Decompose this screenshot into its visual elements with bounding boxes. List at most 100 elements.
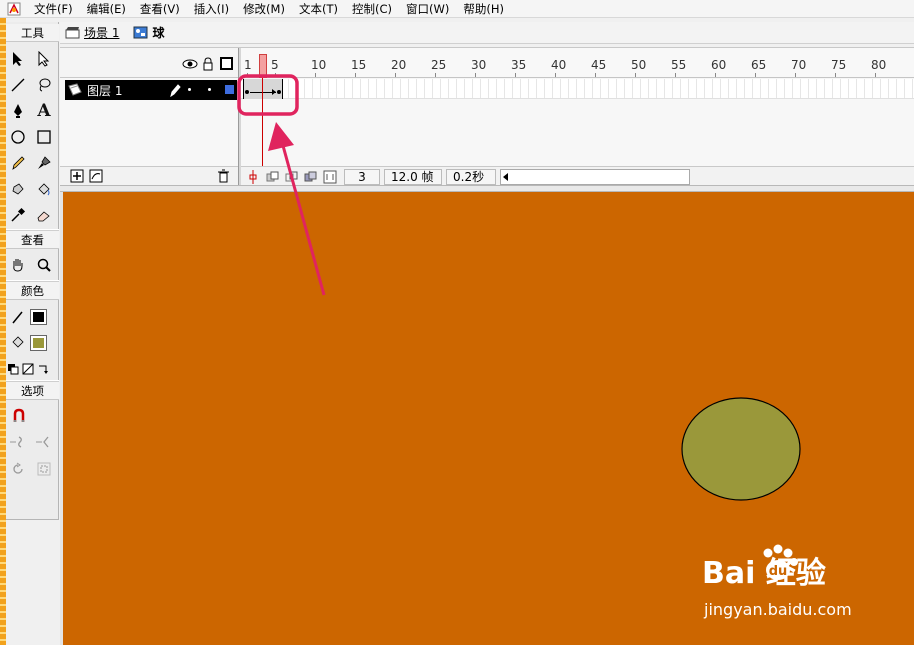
- lasso-tool-icon[interactable]: [32, 73, 56, 97]
- straighten-option-icon[interactable]: [32, 430, 56, 454]
- edit-multiple-frames-icon[interactable]: [303, 169, 319, 185]
- layer-header: [60, 48, 238, 78]
- symbol-label: 球: [152, 26, 165, 40]
- ruler-number: 1: [244, 58, 252, 72]
- clapperboard-icon: [65, 27, 80, 39]
- no-color-icon[interactable]: [21, 357, 35, 381]
- ruler-tick: [355, 73, 356, 77]
- modify-onion-markers-icon[interactable]: [322, 169, 338, 185]
- hand-tool-icon[interactable]: [6, 253, 30, 277]
- elapsed-time-field: 0.2秒: [446, 168, 496, 185]
- outline-toggle-icon[interactable]: [220, 57, 233, 70]
- menu-control[interactable]: 控制(C): [345, 0, 399, 18]
- frames-area[interactable]: [241, 79, 914, 99]
- smooth-option-icon[interactable]: [6, 430, 30, 454]
- menu-modify[interactable]: 修改(M): [236, 0, 292, 18]
- tools-header: 工具: [6, 24, 59, 42]
- rotate-option-icon[interactable]: [6, 457, 30, 481]
- add-layer-icon[interactable]: [70, 169, 84, 186]
- ruler-tick: [675, 73, 676, 77]
- ruler-tick: [795, 73, 796, 77]
- menu-help[interactable]: 帮助(H): [456, 0, 511, 18]
- symbol-breadcrumb[interactable]: 球: [128, 24, 169, 41]
- stage-splitter[interactable]: [60, 185, 914, 192]
- stroke-color-swatch[interactable]: [30, 309, 47, 325]
- pen-tool-icon[interactable]: [6, 99, 30, 123]
- ruler-tick: [435, 73, 436, 77]
- zoom-tool-icon[interactable]: [32, 253, 56, 277]
- paint-bucket-tool-icon[interactable]: [32, 177, 56, 201]
- lock-icon[interactable]: [202, 57, 214, 71]
- fill-color-swatch[interactable]: [30, 335, 47, 351]
- ball-shape[interactable]: [681, 397, 801, 501]
- ruler-tick: [315, 73, 316, 77]
- menu-file[interactable]: 文件(F): [27, 0, 80, 18]
- scene-breadcrumb[interactable]: 场景 1: [60, 24, 124, 41]
- menu-text[interactable]: 文本(T): [292, 0, 345, 18]
- ruler-tick: [555, 73, 556, 77]
- scale-option-icon[interactable]: [32, 457, 56, 481]
- line-tool-icon[interactable]: [6, 73, 30, 97]
- playhead-marker[interactable]: [259, 54, 267, 78]
- center-frame-icon[interactable]: [247, 169, 259, 185]
- menu-view[interactable]: 查看(V): [133, 0, 187, 18]
- ruler-number: 35: [511, 58, 527, 72]
- frame-ruler[interactable]: 1 5 10 15 20 25 30 35 40 45 50 55 60 65 70 75 80: [241, 48, 914, 78]
- layer-icon: [68, 83, 82, 96]
- layer-name: 图层 1: [87, 83, 123, 98]
- layer-visible-dot[interactable]: [188, 88, 191, 91]
- pencil-tool-icon[interactable]: [6, 151, 30, 175]
- ruler-number: 40: [551, 58, 567, 72]
- default-colors-icon[interactable]: [6, 357, 20, 381]
- menu-window[interactable]: 窗口(W): [399, 0, 456, 18]
- menu-insert[interactable]: 插入(I): [187, 0, 236, 18]
- layer-lock-dot[interactable]: [208, 88, 211, 91]
- eyedropper-tool-icon[interactable]: [6, 203, 30, 227]
- start-keyframe-dot[interactable]: [245, 90, 249, 94]
- ruler-tick: [715, 73, 716, 77]
- text-tool-icon[interactable]: A: [32, 99, 56, 123]
- add-guide-layer-icon[interactable]: [89, 169, 103, 186]
- ruler-number: 80: [871, 58, 887, 72]
- current-frame-field: 3: [344, 168, 380, 185]
- ruler-tick: [395, 73, 396, 77]
- keyframe-span[interactable]: [243, 79, 283, 99]
- frame-rate-field: 12.0 帧: [384, 168, 442, 185]
- ruler-number: 65: [751, 58, 767, 72]
- ruler-tick: [595, 73, 596, 77]
- ruler-number: 20: [391, 58, 407, 72]
- onion-skin-icon[interactable]: [265, 169, 281, 185]
- subselect-tool-icon[interactable]: [32, 47, 56, 71]
- ruler-number: 10: [311, 58, 327, 72]
- ruler-tick: [835, 73, 836, 77]
- ruler-tick: [635, 73, 636, 77]
- layer-row[interactable]: 图层 1: [65, 80, 237, 100]
- flash-app-icon[interactable]: [7, 2, 21, 16]
- ruler-tick: [875, 73, 876, 77]
- layer-outline-color[interactable]: [225, 85, 234, 94]
- rectangle-tool-icon[interactable]: [32, 125, 56, 149]
- scroll-left-arrow[interactable]: [503, 172, 508, 181]
- magnet-snap-icon[interactable]: [7, 404, 31, 428]
- toolbox-panel: 工具 A 查看 颜色 选项: [6, 22, 59, 520]
- delete-layer-icon[interactable]: [217, 169, 230, 186]
- ruler-tick: [475, 73, 476, 77]
- timeline-panel: 图层 1 1 5 10 15 20 25 30 35 40 45 50 55 60 65 70 75 80: [60, 47, 914, 186]
- pencil-edit-icon: [169, 83, 181, 100]
- oval-tool-icon[interactable]: [6, 125, 30, 149]
- graphic-symbol-icon: [133, 26, 148, 39]
- arrow-tool-icon[interactable]: [6, 47, 30, 71]
- eraser-tool-icon[interactable]: [32, 203, 56, 227]
- menu-edit[interactable]: 编辑(E): [80, 0, 133, 18]
- ruler-number: 70: [791, 58, 807, 72]
- end-keyframe-dot[interactable]: [277, 90, 281, 94]
- swap-colors-icon[interactable]: [36, 357, 50, 381]
- ruler-tick: [275, 73, 276, 77]
- brush-tool-icon[interactable]: [32, 151, 56, 175]
- stroke-color-pencil-icon: [6, 305, 30, 329]
- ink-bottle-tool-icon[interactable]: [6, 177, 30, 201]
- ruler-tick: [515, 73, 516, 77]
- onion-outline-icon[interactable]: [284, 169, 300, 185]
- eye-icon[interactable]: [182, 58, 198, 70]
- timeline-horizontal-scrollbar[interactable]: [500, 168, 690, 185]
